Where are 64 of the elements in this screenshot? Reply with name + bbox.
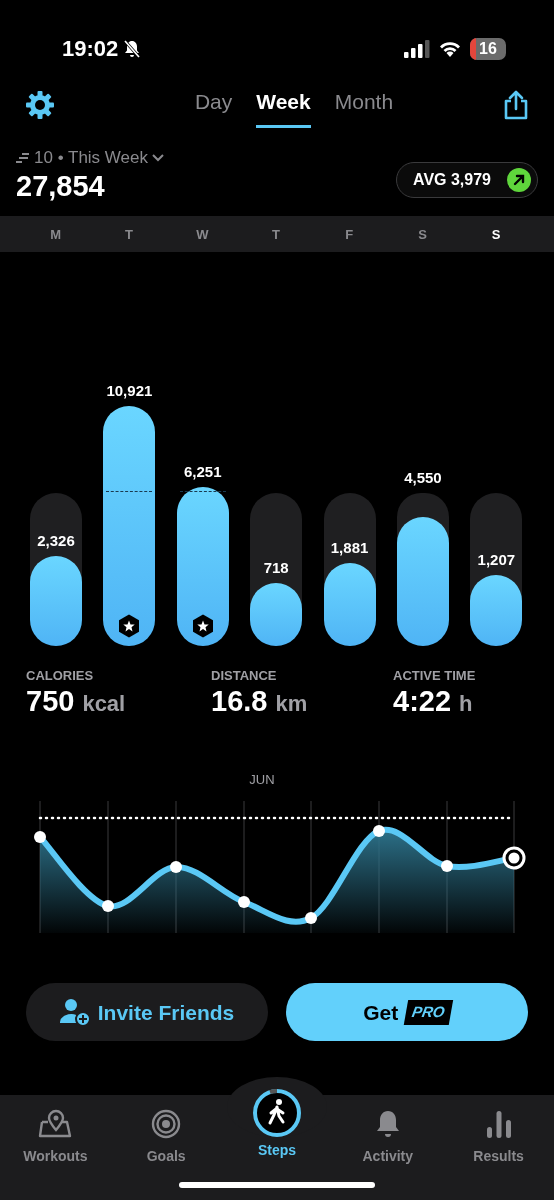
data-point[interactable] <box>102 900 114 913</box>
stat-unit: km <box>275 689 308 718</box>
stat-label: ACTIVE TIME <box>393 667 477 686</box>
day-label[interactable]: W <box>165 224 240 245</box>
tab-bar-item[interactable]: Steps <box>222 1085 332 1168</box>
bar-fill[interactable] <box>323 563 376 647</box>
day-label[interactable]: T <box>239 224 313 245</box>
signal-icon <box>404 39 430 58</box>
stat-label: DISTANCE <box>211 667 278 686</box>
wifi-icon <box>438 39 462 58</box>
bar-value-label: 1,207 <box>477 550 516 569</box>
day-label[interactable]: S <box>385 224 460 245</box>
bell-muted-icon <box>122 38 143 59</box>
map-pin-icon <box>38 1108 73 1140</box>
total-steps: 27,854 <box>16 170 164 203</box>
day-label[interactable]: T <box>92 224 166 245</box>
target-icon <box>151 1109 182 1139</box>
current-point[interactable] <box>502 846 526 870</box>
stat-value: 4:22 <box>393 685 452 718</box>
share-icon[interactable] <box>502 89 530 121</box>
bar-fill[interactable] <box>250 583 303 647</box>
average-pill[interactable]: AVG 3,979 <box>396 162 538 199</box>
bar-value-label: 1,881 <box>330 539 369 558</box>
data-point[interactable] <box>441 860 453 873</box>
period-tab[interactable]: Month <box>334 81 394 129</box>
stat-value: 750 <box>26 685 75 718</box>
bar-value-label: 6,251 <box>184 463 222 482</box>
streak-icon <box>16 152 30 163</box>
tab-bar-item[interactable]: Activity <box>332 1101 443 1168</box>
status-time: 19:02 <box>62 35 119 63</box>
stat-value: 16.8 <box>211 685 268 718</box>
get-pro-button[interactable]: Get PRO <box>286 983 528 1042</box>
chevron-down-icon <box>152 153 164 162</box>
period-tab[interactable]: Day <box>194 81 233 129</box>
bar-value-label: 2,326 <box>37 531 75 550</box>
month-label: JUN <box>248 770 276 789</box>
day-label[interactable]: M <box>19 224 93 245</box>
trend-up-icon <box>507 168 531 193</box>
bar-value-label: 4,550 <box>404 469 442 488</box>
bar-chart-icon <box>485 1109 512 1139</box>
tab-bar-item[interactable]: Goals <box>111 1101 222 1168</box>
bar-track <box>396 493 449 517</box>
day-label[interactable]: F <box>312 224 386 245</box>
data-point[interactable] <box>373 825 385 838</box>
day-label[interactable]: S <box>459 224 533 245</box>
bar-fill[interactable] <box>103 406 156 647</box>
period-selector[interactable]: 10 • This Week <box>16 145 164 171</box>
data-point[interactable] <box>170 861 182 874</box>
stat-unit: kcal <box>82 689 126 718</box>
bar-value-label: 10,921 <box>106 382 153 401</box>
settings-icon[interactable] <box>24 89 56 121</box>
invite-friends-button[interactable]: Invite Friends <box>26 983 268 1042</box>
stat-label: CALORIES <box>26 667 95 686</box>
stat-unit: h <box>459 689 473 718</box>
bar-fill[interactable] <box>176 487 229 647</box>
data-point[interactable] <box>238 896 250 909</box>
tab-bar-item[interactable]: Workouts <box>0 1101 111 1168</box>
data-point[interactable] <box>305 912 317 925</box>
battery-indicator: 16 <box>470 37 506 60</box>
add-person-icon <box>59 998 90 1027</box>
bar-value-label: 718 <box>263 559 289 578</box>
period-tab[interactable]: Week <box>256 81 311 129</box>
data-point[interactable] <box>34 831 46 844</box>
tab-bar-item[interactable]: Results <box>443 1101 554 1168</box>
